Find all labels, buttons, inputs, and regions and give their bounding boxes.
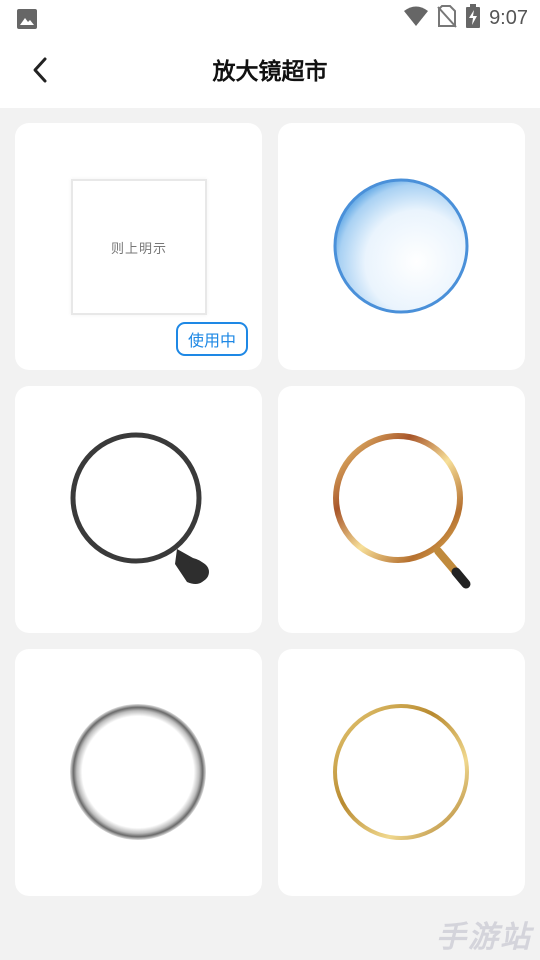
magnifier-card-black[interactable]	[15, 386, 262, 633]
wifi-icon	[403, 5, 429, 31]
magnifier-card-gold-ring[interactable]	[278, 649, 525, 896]
status-icons: 9:07	[403, 4, 528, 32]
back-button[interactable]	[22, 54, 58, 90]
blue-bubble-magnifier-icon	[333, 178, 469, 314]
page-title: 放大镜超市	[212, 59, 328, 85]
in-use-badge: 使用中	[176, 322, 248, 356]
square-preview: 则上明示	[71, 179, 207, 315]
status-time: 9:07	[489, 6, 528, 29]
battery-charging-icon	[465, 4, 481, 32]
image-icon	[16, 8, 38, 34]
chevron-left-icon	[30, 56, 50, 88]
silver-ring-magnifier-icon	[70, 704, 206, 840]
black-magnifier-icon	[70, 432, 209, 584]
magnifier-card-silver[interactable]	[15, 649, 262, 896]
status-bar: 9:07	[0, 0, 540, 36]
magnifier-card-blue-bubble[interactable]	[278, 123, 525, 370]
magnifier-card-gold[interactable]	[278, 386, 525, 633]
preview-text: 则上明示	[110, 241, 167, 257]
gold-ring-magnifier-icon	[333, 704, 469, 840]
magnifier-card-plain[interactable]: 则上明示 使用中	[15, 123, 262, 370]
magnifier-grid: 则上明示 使用中	[15, 123, 525, 896]
watermark-logo: 手游站	[436, 920, 532, 955]
app-bar: 放大镜超市	[0, 36, 540, 108]
no-sim-icon	[437, 4, 457, 32]
gold-magnifier-icon	[333, 433, 471, 589]
